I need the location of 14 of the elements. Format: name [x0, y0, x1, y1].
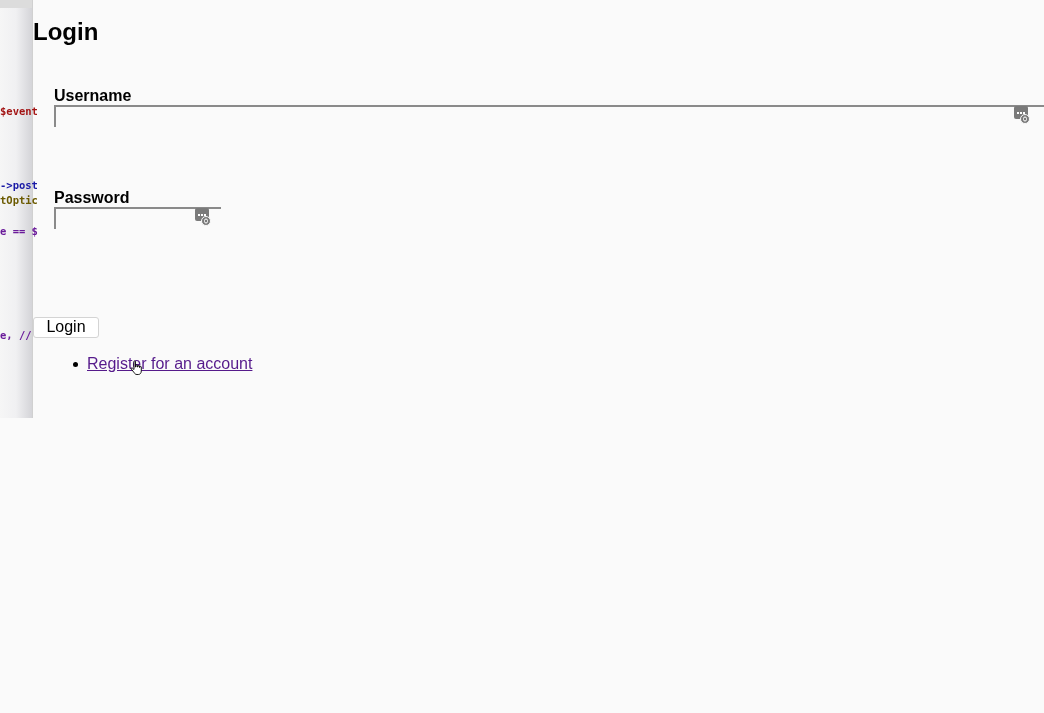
- login-button[interactable]: Login: [33, 316, 99, 338]
- code-line: ->post: [0, 179, 38, 192]
- code-line: tOptic: [0, 194, 38, 207]
- code-line: e, //: [0, 329, 32, 342]
- field-label: Password: [54, 189, 130, 207]
- register-link[interactable]: Register for an account: [87, 355, 253, 373]
- password-manager-icon[interactable]: [1014, 106, 1030, 124]
- password-manager-icon[interactable]: [195, 208, 211, 226]
- field-label: Username: [54, 87, 132, 105]
- code-line: e == $: [0, 225, 38, 238]
- input-field[interactable]: [54, 105, 1044, 127]
- page-heading: Login: [33, 17, 99, 47]
- code-line: $event: [0, 105, 38, 118]
- bullet-icon: [73, 361, 78, 367]
